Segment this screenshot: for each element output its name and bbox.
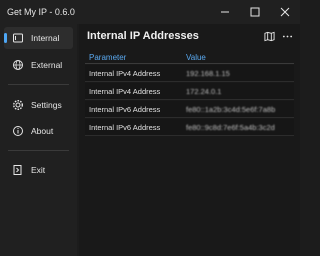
table-row[interactable]: Internal IPv4 Address 172.24.0.1 (85, 83, 294, 100)
sidebar-item-label: Exit (31, 165, 46, 175)
value-cell: 192.168.1.15 (186, 68, 230, 78)
minimize-button[interactable] (210, 0, 240, 24)
table-header: Parameter Value (85, 52, 294, 64)
page-title: Internal IP Addresses (87, 30, 199, 42)
value-cell: fe80::9c8d:7e6f:5a4b:3c2d (186, 122, 275, 132)
page-header: Internal IP Addresses (79, 24, 300, 48)
window-controls (210, 0, 300, 24)
sidebar-item-internal[interactable]: Internal (4, 27, 73, 49)
sidebar: Internal External Settings About Exit (0, 24, 77, 256)
sidebar-item-label: Internal (31, 33, 60, 43)
map-icon (263, 31, 275, 41)
maximize-button[interactable] (240, 0, 270, 24)
active-indicator (4, 33, 7, 43)
globe-icon (12, 59, 24, 71)
sidebar-item-external[interactable]: External (4, 54, 73, 76)
sidebar-item-settings[interactable]: Settings (4, 94, 73, 116)
map-button[interactable] (260, 27, 278, 45)
sidebar-item-about[interactable]: About (4, 120, 73, 142)
sidebar-item-label: External (31, 60, 63, 70)
main-content: Internal IP Addresses Parameter Value In… (79, 24, 300, 256)
parameter-cell: Internal IPv4 Address (89, 86, 161, 96)
table-row[interactable]: Internal IPv6 Address fe80::9c8d:7e6f:5a… (85, 119, 294, 136)
more-options-button[interactable] (278, 27, 296, 45)
parameter-cell: Internal IPv6 Address (89, 104, 161, 114)
title-bar: Get My IP - 0.6.0 (0, 0, 300, 24)
gear-icon (12, 99, 24, 111)
sidebar-item-exit[interactable]: Exit (4, 159, 73, 181)
value-cell: fe80::1a2b:3c4d:5e6f:7a8b (186, 104, 276, 114)
more-icon (282, 35, 292, 37)
column-header-value: Value (186, 53, 206, 62)
value-cell: 172.24.0.1 (186, 86, 222, 96)
table-row[interactable]: Internal IPv4 Address 192.168.1.15 (85, 65, 294, 82)
maximize-icon (250, 7, 260, 17)
close-button[interactable] (270, 0, 300, 24)
close-icon (280, 7, 290, 17)
column-header-parameter: Parameter (89, 53, 127, 62)
header-actions (260, 27, 296, 45)
sidebar-item-label: Settings (31, 100, 62, 110)
ip-table: Parameter Value Internal IPv4 Address 19… (79, 52, 300, 136)
network-card-icon (12, 32, 24, 44)
parameter-cell: Internal IPv6 Address (89, 122, 161, 132)
exit-icon (12, 164, 24, 176)
info-icon (12, 125, 24, 137)
minimize-icon (221, 11, 229, 13)
parameter-cell: Internal IPv4 Address (89, 68, 161, 78)
sidebar-item-label: About (31, 126, 54, 136)
app-title: Get My IP - 0.6.0 (7, 7, 75, 17)
table-row[interactable]: Internal IPv6 Address fe80::1a2b:3c4d:5e… (85, 101, 294, 118)
